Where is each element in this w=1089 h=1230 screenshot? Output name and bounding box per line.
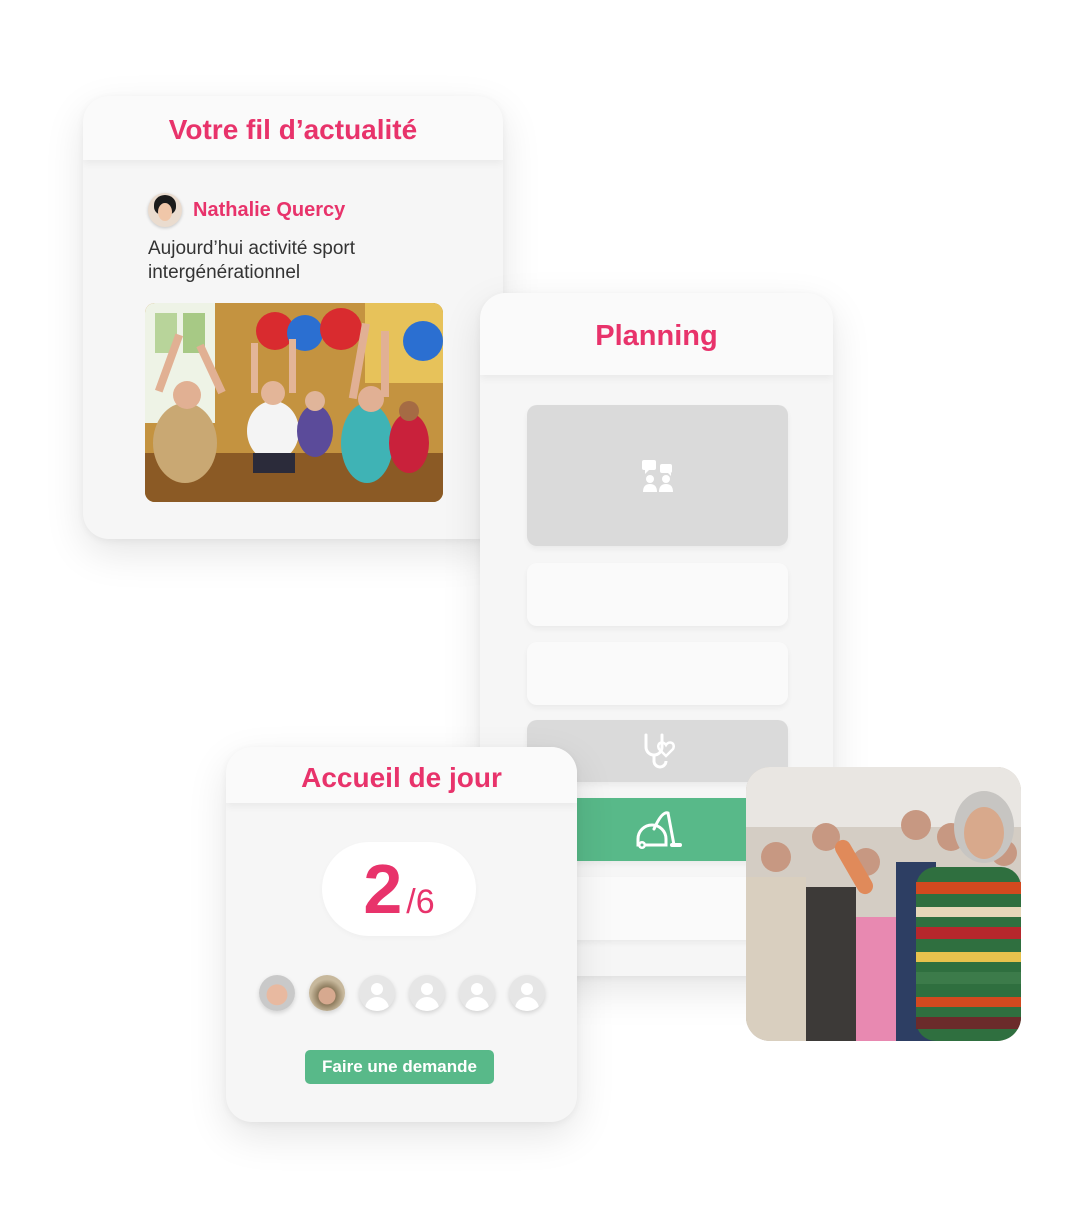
avatar[interactable]: [309, 975, 345, 1011]
attendee-list: [259, 975, 545, 1011]
sport-activity-image: [145, 303, 443, 502]
occupancy-count: 2: [363, 850, 403, 928]
occupancy-counter: 2/6: [322, 842, 476, 936]
avatar: [148, 193, 182, 227]
news-feed-title: Votre fil d’actualité: [83, 96, 503, 160]
author-name[interactable]: Nathalie Quercy: [193, 199, 345, 222]
post-author[interactable]: Nathalie Quercy: [148, 193, 345, 227]
empty-seat-icon: [359, 975, 395, 1011]
vacuum-cleaner-icon: [636, 810, 682, 849]
avatar[interactable]: [259, 975, 295, 1011]
day-care-card: Accueil de jour 2/6 Faire une demande: [226, 747, 577, 1122]
planning-title: Planning: [480, 293, 833, 375]
empty-seat-icon: [409, 975, 445, 1011]
post-text: Aujourd’hui activité sport intergénérati…: [148, 238, 355, 283]
planning-slot-empty[interactable]: [527, 563, 788, 626]
post-photo[interactable]: [145, 303, 443, 502]
occupancy-total: /6: [406, 883, 435, 921]
request-button[interactable]: Faire une demande: [305, 1050, 494, 1084]
empty-seat-icon: [459, 975, 495, 1011]
dance-activity-image: [746, 767, 1021, 1041]
news-feed-card: Votre fil d’actualité Nathalie Quercy Au…: [83, 96, 503, 539]
stethoscope-heart-icon: [644, 733, 675, 769]
planning-slot-meeting[interactable]: [527, 405, 788, 546]
group-activity-photo: [746, 767, 1021, 1041]
planning-slot-empty[interactable]: [527, 642, 788, 705]
meeting-icon: [641, 459, 673, 492]
empty-seat-icon: [509, 975, 545, 1011]
day-care-title: Accueil de jour: [226, 747, 577, 803]
